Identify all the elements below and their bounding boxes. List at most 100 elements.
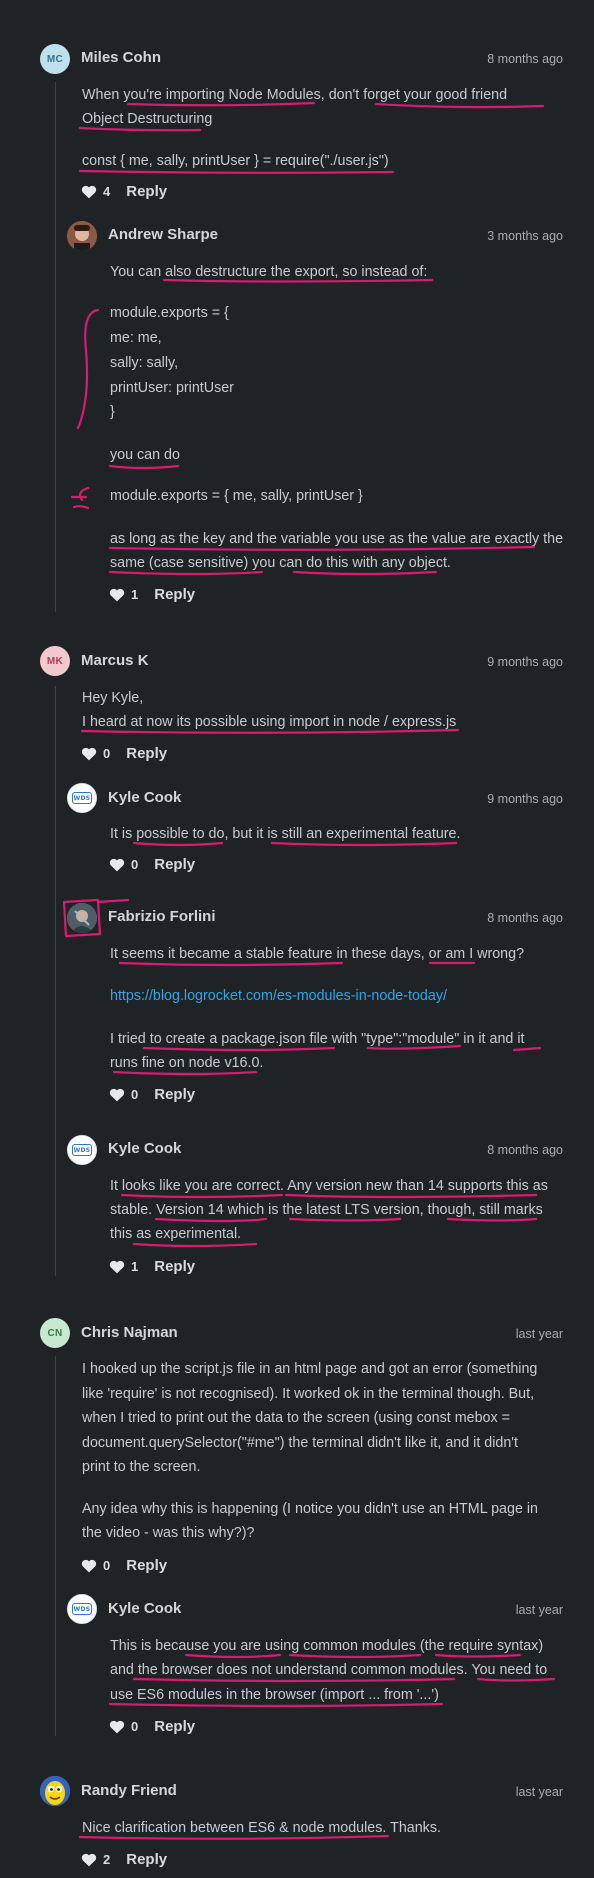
comment-link[interactable]: https://blog.logrocket.com/es-modules-in…: [110, 984, 447, 1009]
comment-time[interactable]: 8 months ago: [487, 911, 563, 925]
reply-button[interactable]: Reply: [126, 183, 167, 200]
avatar[interactable]: CN: [40, 1318, 70, 1348]
comment-actions: 1 Reply: [109, 586, 195, 603]
heart-icon[interactable]: [109, 1088, 125, 1102]
comment-author[interactable]: Kyle Cook: [108, 789, 181, 806]
comment-actions: 0 Reply: [81, 745, 167, 762]
comment-actions: 1 Reply: [109, 1258, 195, 1275]
avatar[interactable]: WDS: [67, 783, 97, 813]
comment-time[interactable]: last year: [516, 1327, 563, 1341]
comment-time[interactable]: 8 months ago: [487, 1143, 563, 1157]
like-count: 1: [131, 587, 139, 602]
heart-icon[interactable]: [109, 858, 125, 872]
like-count: 0: [103, 746, 111, 761]
comment-actions: 0 Reply: [109, 1086, 195, 1103]
heart-icon[interactable]: [81, 747, 97, 761]
comment-text: and the browser does not understand comm…: [110, 1662, 548, 1678]
comment-time[interactable]: last year: [516, 1785, 563, 1799]
wds-logo-icon: WDS: [72, 1144, 92, 1156]
wds-logo-icon: WDS: [72, 792, 92, 804]
comment-author[interactable]: Miles Cohn: [81, 49, 161, 66]
comment-text: printUser: printUser: [110, 380, 234, 396]
reply-button[interactable]: Reply: [154, 856, 195, 873]
comment-text: }: [110, 404, 115, 420]
comment-author[interactable]: Randy Friend: [81, 1782, 177, 1799]
reply-button[interactable]: Reply: [154, 1258, 195, 1275]
heart-icon[interactable]: [109, 1260, 125, 1274]
comment-text: When you're importing Node Modules, don'…: [82, 87, 508, 103]
comment-text: I heard at now its possible using import…: [82, 714, 457, 730]
reply-button[interactable]: Reply: [126, 1851, 167, 1868]
profile-photo: [67, 221, 97, 251]
heart-icon[interactable]: [81, 1853, 97, 1867]
heart-icon[interactable]: [81, 1559, 97, 1573]
comment-text: like 'require' is not recognised). It wo…: [82, 1386, 535, 1402]
thread-line: [55, 1356, 56, 1736]
comment-text: runs fine on node v16.0.: [110, 1055, 264, 1071]
reply-button[interactable]: Reply: [154, 1086, 195, 1103]
comment-text: Object Destructuring: [82, 111, 213, 127]
comment-author[interactable]: Kyle Cook: [108, 1140, 181, 1157]
comment-text: You can also destructure the export, so …: [110, 264, 428, 280]
comment-text: me: me,: [110, 330, 162, 346]
avatar[interactable]: [67, 903, 97, 933]
like-count: 0: [131, 1087, 139, 1102]
comment-time[interactable]: 8 months ago: [487, 52, 563, 66]
annotation-mark: [70, 486, 90, 510]
comment-text: this as experimental.: [110, 1226, 242, 1242]
comment-time[interactable]: 3 months ago: [487, 229, 563, 243]
avatar[interactable]: [67, 221, 97, 251]
comment-actions: 0 Reply: [81, 1557, 167, 1574]
comment-text: module.exports = {: [110, 305, 229, 321]
comment-text: Any idea why this is happening (I notice…: [82, 1501, 538, 1517]
comment-text: same (case sensitive) you can do this wi…: [110, 555, 451, 571]
avatar[interactable]: MC: [40, 44, 70, 74]
comment-author[interactable]: Chris Najman: [81, 1324, 178, 1341]
comment-text: It looks like you are correct. Any versi…: [110, 1178, 548, 1194]
heart-icon[interactable]: [81, 185, 97, 199]
avatar[interactable]: [40, 1776, 70, 1806]
comment-author[interactable]: Fabrizio Forlini: [108, 908, 216, 925]
wds-logo-icon: WDS: [72, 1603, 92, 1615]
thread-line: [55, 686, 56, 1276]
comments-section: MC Miles Cohn 8 months ago When you're i…: [0, 0, 594, 1878]
comment-author[interactable]: Marcus K: [81, 652, 149, 669]
comment-text: when I tried to print out the data to th…: [82, 1410, 510, 1426]
comment-text: Hey Kyle,: [82, 690, 144, 706]
comment-time[interactable]: 9 months ago: [487, 792, 563, 806]
reply-button[interactable]: Reply: [154, 1718, 195, 1735]
comment-text: the video - was this why?)?: [82, 1525, 255, 1541]
comment-text: print to the screen.: [82, 1459, 201, 1475]
avatar[interactable]: WDS: [67, 1594, 97, 1624]
comment-text: I hooked up the script.js file in an htm…: [82, 1361, 538, 1377]
comment-time[interactable]: 9 months ago: [487, 655, 563, 669]
comment-time[interactable]: last year: [516, 1603, 563, 1617]
comment-text: document.querySelector("#me") the termin…: [82, 1435, 518, 1451]
profile-photo: [67, 903, 97, 933]
comment-author[interactable]: Andrew Sharpe: [108, 226, 218, 243]
heart-icon[interactable]: [109, 588, 125, 602]
comment-text: Nice clarification between ES6 & node mo…: [82, 1820, 441, 1836]
comment-text: sally: sally,: [110, 355, 179, 371]
like-count: 1: [131, 1259, 139, 1274]
heart-icon[interactable]: [109, 1720, 125, 1734]
reply-button[interactable]: Reply: [154, 586, 195, 603]
reply-button[interactable]: Reply: [126, 1557, 167, 1574]
comment-author[interactable]: Kyle Cook: [108, 1600, 181, 1617]
comment-actions: 0 Reply: [109, 856, 195, 873]
reply-button[interactable]: Reply: [126, 745, 167, 762]
comment-text: This is because you are using common mod…: [110, 1638, 544, 1654]
like-count: 0: [131, 857, 139, 872]
avatar[interactable]: WDS: [67, 1135, 97, 1165]
comment-actions: 0 Reply: [109, 1718, 195, 1735]
comment-text: const { me, sally, printUser } = require…: [82, 153, 389, 169]
comment-text: It seems it became a stable feature in t…: [110, 946, 525, 962]
avatar[interactable]: MK: [40, 646, 70, 676]
like-count: 0: [103, 1558, 111, 1573]
comment-text: module.exports = { me, sally, printUser …: [110, 488, 363, 504]
thread-line: [55, 82, 56, 612]
comment-text: It is possible to do, but it is still an…: [110, 826, 461, 842]
annotation-bracket: [76, 308, 100, 430]
comment-text: I tried to create a package.json file wi…: [110, 1031, 525, 1047]
comment-actions: 4 Reply: [81, 183, 167, 200]
